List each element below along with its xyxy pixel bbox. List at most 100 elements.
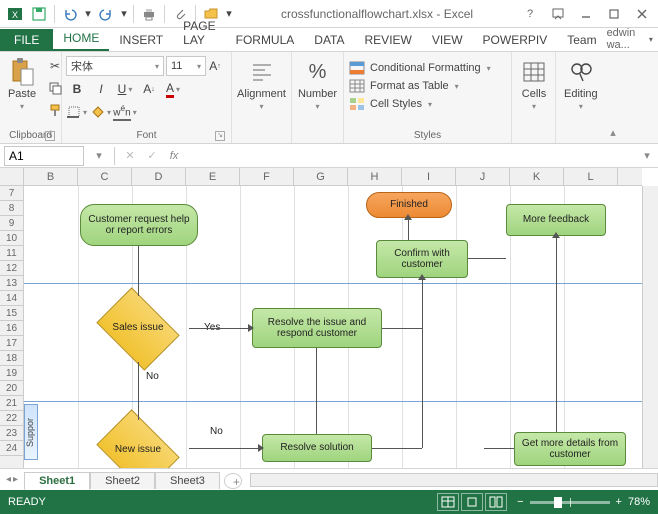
row-header[interactable]: 21 [0,396,23,411]
normal-view-icon[interactable] [437,493,459,511]
tab-data[interactable]: DATA [304,29,354,51]
row-header[interactable]: 22 [0,411,23,426]
shape-sales-issue[interactable]: Sales issue [88,296,188,362]
tab-view[interactable]: VIEW [422,29,473,51]
username-label[interactable]: edwin wa... [607,27,643,51]
undo-menu-icon[interactable]: ▾ [83,3,93,25]
namebox-dropdown-icon[interactable]: ▾ [88,149,110,162]
quickprint-icon[interactable] [138,3,160,25]
shape-get-details[interactable]: Get more details from customer [514,432,626,466]
cells-button[interactable]: Cells ▾ [516,56,552,113]
sheet-nav[interactable]: ◂▸ [0,474,24,485]
col-header[interactable]: K [510,168,564,185]
name-box[interactable] [4,146,84,166]
shrink-font-icon[interactable]: A↓ [138,79,160,99]
col-header[interactable]: I [402,168,456,185]
row-header[interactable]: 10 [0,231,23,246]
alignment-button[interactable]: Alignment ▾ [236,56,287,113]
col-header[interactable]: F [240,168,294,185]
zoom-out-icon[interactable]: − [517,496,523,508]
shape-resolve-respond[interactable]: Resolve the issue and respond customer [252,308,382,348]
row-header[interactable]: 23 [0,426,23,441]
zoom-control[interactable]: − + 78% [517,496,650,508]
col-header[interactable]: L [564,168,618,185]
minimize-icon[interactable] [572,3,600,25]
grow-font-icon[interactable]: A↑ [208,56,222,76]
zoom-in-icon[interactable]: + [616,496,622,508]
row-header[interactable]: 15 [0,306,23,321]
italic-icon[interactable]: I [90,79,112,99]
row-header[interactable]: 18 [0,351,23,366]
zoom-slider[interactable] [530,501,610,504]
row-header[interactable]: 16 [0,321,23,336]
row-header[interactable]: 13 [0,276,23,291]
row-header[interactable]: 24 [0,441,23,456]
sheet-tab[interactable]: Sheet3 [155,472,220,489]
maximize-icon[interactable] [600,3,628,25]
row-header[interactable]: 12 [0,261,23,276]
fill-color-icon[interactable]: ▾ [90,102,112,122]
clipboard-launcher-icon[interactable]: ↘ [45,131,55,141]
redo-icon[interactable] [95,3,117,25]
shape-confirm[interactable]: Confirm with customer [376,240,468,278]
underline-icon[interactable]: U▾ [114,79,136,99]
vertical-scrollbar[interactable] [642,186,658,468]
shape-new-issue[interactable]: New issue [88,418,188,468]
col-header[interactable]: C [78,168,132,185]
font-color-icon[interactable]: A▾ [162,79,184,99]
col-header[interactable]: B [24,168,78,185]
formula-input[interactable] [185,147,636,165]
fx-icon[interactable]: fx [163,150,185,162]
col-header[interactable]: D [132,168,186,185]
column-headers[interactable]: B C D E F G H I J K L [24,168,642,186]
shape-customer-request[interactable]: Customer request help or report errors [80,204,198,246]
save-icon[interactable] [28,3,50,25]
zoom-value[interactable]: 78% [628,496,650,508]
worksheet-area[interactable]: B C D E F G H I J K L 7 8 9 10 11 12 13 … [0,168,658,468]
col-header[interactable]: E [186,168,240,185]
tab-formulas[interactable]: FORMULA [226,29,305,51]
row-header[interactable]: 11 [0,246,23,261]
new-sheet-icon[interactable]: + [224,473,242,489]
phonetic-icon[interactable]: wén▾ [114,102,136,122]
paste-button[interactable]: Paste ▾ [4,56,40,113]
tab-insert[interactable]: INSERT [109,29,173,51]
format-as-table-button[interactable]: Format as Table▾ [348,78,491,94]
shape-resolve-solution[interactable]: Resolve solution [262,434,372,462]
editing-button[interactable]: Editing ▾ [560,56,602,113]
row-header[interactable]: 9 [0,216,23,231]
row-header[interactable]: 20 [0,381,23,396]
bold-icon[interactable]: B [66,79,88,99]
tab-home[interactable]: HOME [53,27,109,51]
pagebreak-view-icon[interactable] [485,493,507,511]
page-layout-view-icon[interactable] [461,493,483,511]
cell-styles-button[interactable]: Cell Styles▾ [348,96,491,112]
font-launcher-icon[interactable]: ↘ [215,131,225,141]
sheet-tab[interactable]: Sheet1 [24,472,90,490]
tab-team[interactable]: Team [557,29,606,51]
tab-powerpivot[interactable]: POWERPIV [473,29,558,51]
horizontal-scrollbar[interactable] [250,473,658,487]
font-family-combo[interactable]: 宋体▾ [66,56,164,76]
select-all-corner[interactable] [0,168,24,186]
help-icon[interactable]: ? [516,3,544,25]
row-header[interactable]: 19 [0,366,23,381]
conditional-formatting-button[interactable]: Conditional Formatting▾ [348,60,491,76]
ribbon-collapse-icon[interactable]: ▴ [606,52,620,143]
redo-menu-icon[interactable]: ▾ [119,3,129,25]
row-header[interactable]: 17 [0,336,23,351]
col-header[interactable]: J [456,168,510,185]
expand-formula-icon[interactable]: ▾ [636,149,658,162]
ribbon-options-icon[interactable] [544,3,572,25]
excel-app-icon[interactable]: X [4,3,26,25]
col-header[interactable]: G [294,168,348,185]
row-header[interactable]: 8 [0,201,23,216]
sheet-tab[interactable]: Sheet2 [90,472,155,489]
undo-icon[interactable] [59,3,81,25]
close-icon[interactable] [628,3,656,25]
tab-pagelayout[interactable]: PAGE LAY [173,15,225,51]
number-button[interactable]: % Number ▾ [296,56,339,113]
row-header[interactable]: 7 [0,186,23,201]
cells-canvas[interactable]: Suppor Customer request help or report e… [24,186,642,468]
font-size-combo[interactable]: 11▾ [166,56,206,76]
